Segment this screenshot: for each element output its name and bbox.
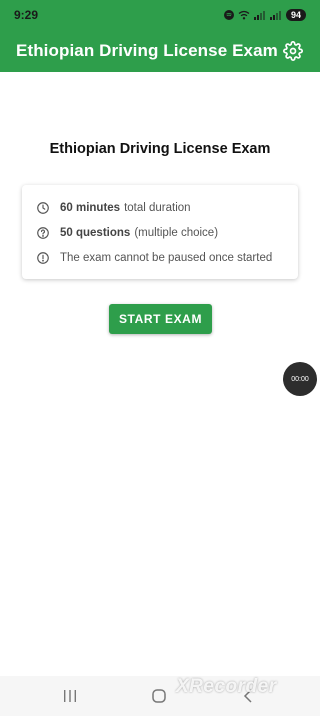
info-text: The exam cannot be paused once started — [60, 251, 273, 264]
info-text: (multiple choice) — [134, 226, 219, 239]
info-row-duration: 60 minutes total duration — [36, 195, 284, 220]
clock-icon — [37, 201, 49, 214]
info-bold: 60 minutes — [60, 201, 121, 214]
status-bar: 9:29 94 — [0, 0, 320, 30]
toolbar: Ethiopian Driving License Exam — [0, 30, 320, 72]
battery-indicator: 94 — [285, 9, 306, 21]
start-exam-button[interactable]: START EXAM — [109, 304, 212, 334]
floating-timer[interactable]: 00:00 — [283, 362, 317, 396]
recent-apps-button[interactable] — [60, 686, 80, 706]
status-icons: 94 — [223, 9, 306, 21]
gear-icon — [283, 41, 303, 61]
app-bar: 9:29 94 Ethiopian Driving License Exam — [0, 0, 320, 72]
info-row-questions: 50 questions (multiple choice) — [36, 220, 284, 245]
recent-apps-icon — [64, 690, 76, 702]
status-time: 9:29 — [14, 8, 39, 22]
info-text: total duration — [124, 201, 191, 214]
spotify-icon — [223, 10, 234, 20]
exam-heading: Ethiopian Driving License Exam — [49, 141, 271, 157]
settings-button[interactable] — [282, 40, 304, 62]
info-bold: 50 questions — [60, 226, 131, 239]
info-row-pause-warning: The exam cannot be paused once started — [36, 245, 284, 270]
home-button[interactable] — [149, 686, 169, 706]
signal-icon — [253, 11, 265, 20]
exam-info-card: 60 minutes total duration 50 questions (… — [22, 185, 298, 279]
home-icon — [152, 689, 166, 703]
app-title: Ethiopian Driving License Exam — [16, 41, 278, 60]
recorder-watermark: XRecorder — [176, 676, 277, 697]
help-circle-icon — [37, 226, 49, 239]
signal-icon-2 — [269, 11, 281, 20]
wifi-icon — [238, 10, 250, 20]
alert-circle-icon — [37, 251, 49, 264]
